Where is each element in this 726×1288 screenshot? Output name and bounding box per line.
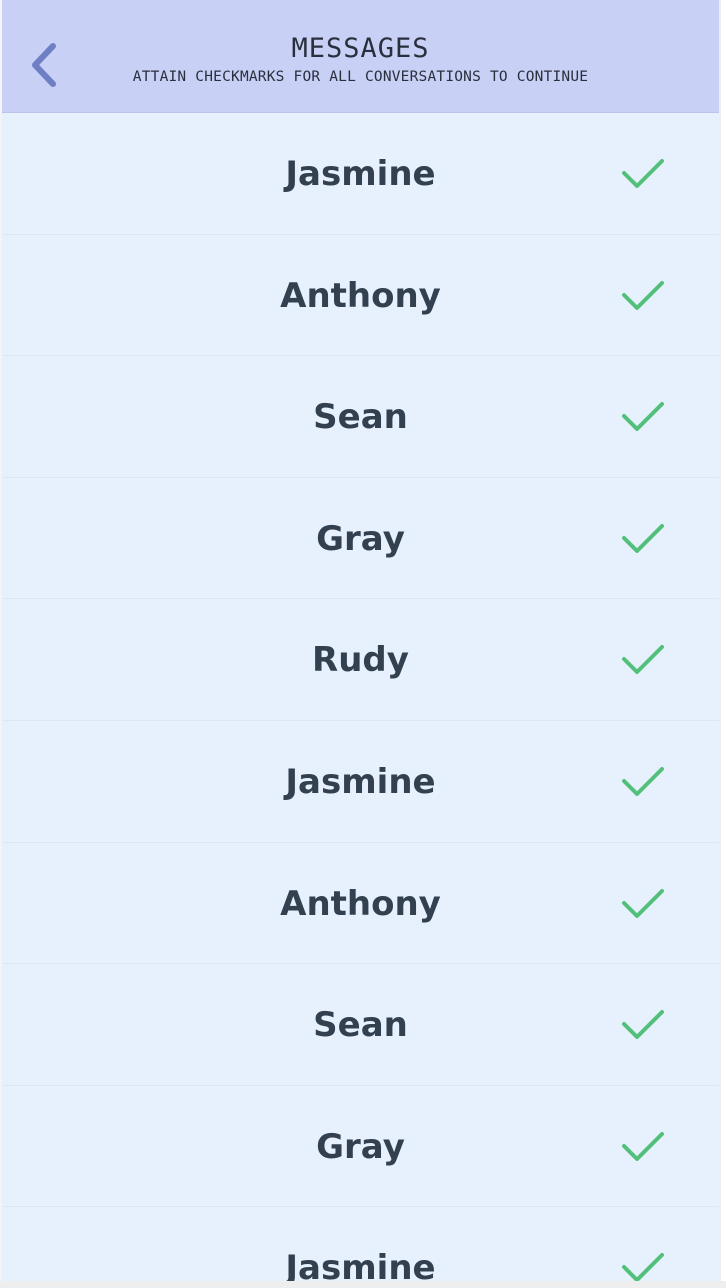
header-bar: MESSAGES ATTAIN CHECKMARKS FOR ALL CONVE…: [2, 0, 719, 113]
conversation-name: Jasmine: [285, 1248, 436, 1281]
conversation-name: Anthony: [280, 883, 441, 924]
conversation-list: Jasmine Anthony Sean Gray Rudy Jasmine Anthony…: [2, 113, 719, 1281]
checkmark-icon: [622, 1253, 664, 1281]
conversation-row[interactable]: Gray: [2, 478, 719, 600]
conversation-name: Jasmine: [285, 761, 436, 802]
checkmark-icon: [622, 1131, 664, 1161]
conversation-name: Gray: [316, 1126, 405, 1167]
conversation-row[interactable]: Gray: [2, 1086, 719, 1208]
conversation-name: Sean: [313, 397, 408, 438]
checkmark-icon: [622, 159, 664, 188]
conversation-row[interactable]: Jasmine: [2, 1207, 719, 1281]
page-subtitle: ATTAIN CHECKMARKS FOR ALL CONVERSATIONS …: [132, 69, 589, 85]
conversation-row[interactable]: Jasmine: [2, 113, 719, 235]
checkmark-icon: [622, 766, 664, 796]
conversation-name: Rudy: [312, 640, 409, 681]
checkmark-icon: [622, 280, 664, 310]
bottom-edge: [0, 1281, 726, 1288]
conversation-name: Gray: [316, 518, 405, 559]
conversation-name: Jasmine: [285, 154, 436, 194]
checkmark-icon: [622, 1010, 664, 1040]
messages-screen: MESSAGES ATTAIN CHECKMARKS FOR ALL CONVE…: [0, 0, 721, 1281]
conversation-row[interactable]: Jasmine: [2, 721, 719, 843]
page-title: MESSAGES: [291, 33, 430, 64]
checkmark-icon: [622, 888, 664, 918]
checkmark-icon: [622, 402, 664, 432]
conversation-name: Anthony: [280, 275, 441, 316]
conversation-row[interactable]: Anthony: [2, 235, 719, 357]
conversation-row[interactable]: Anthony: [2, 843, 719, 965]
checkmark-icon: [622, 645, 664, 675]
conversation-row[interactable]: Sean: [2, 356, 719, 478]
conversation-row[interactable]: Rudy: [2, 599, 719, 721]
conversation-name: Sean: [313, 1005, 408, 1046]
conversation-row[interactable]: Sean: [2, 964, 719, 1086]
checkmark-icon: [622, 523, 664, 553]
